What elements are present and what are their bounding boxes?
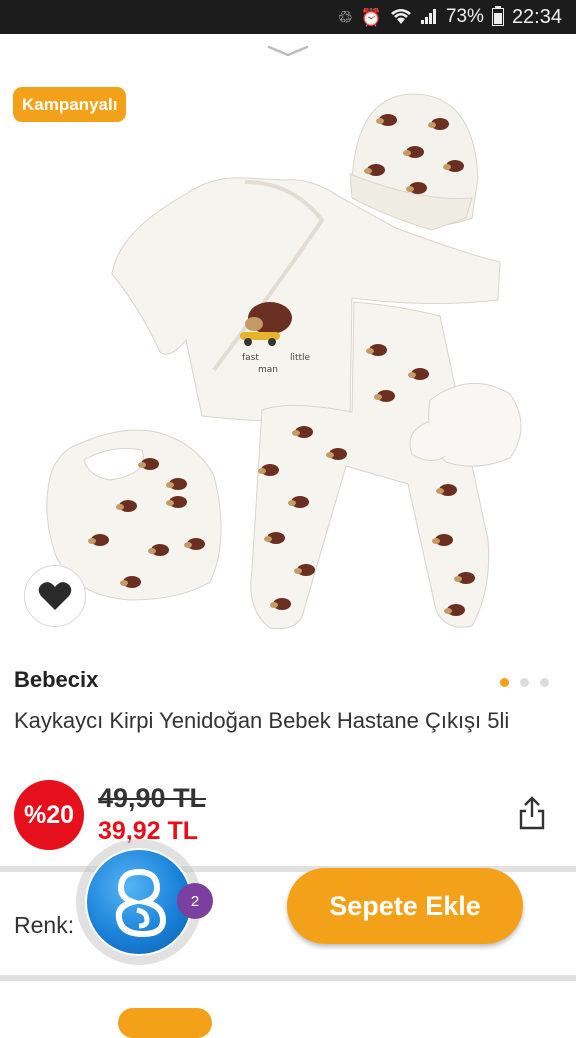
svg-text:little: little [290,353,311,363]
product-title: Kaykaycı Kirpi Yenidoğan Bebek Hastane Ç… [14,708,510,733]
chevron-down-icon[interactable] [267,44,309,58]
signal-icon [420,7,438,28]
pager-dot[interactable] [520,678,529,687]
status-bar: ♲ ⏰ 73% 22:34 [0,0,576,34]
alarm-icon: ⏰ [360,7,382,27]
battery-percent: 73% [445,6,484,27]
bottom-action-button[interactable] [118,1008,212,1038]
old-price: 49,90 TL [98,783,207,813]
brand-name[interactable]: Bebecix [14,667,98,693]
add-to-cart-button[interactable]: Sepete Ekle [287,868,523,944]
favorite-button[interactable] [24,565,86,627]
product-image[interactable]: fast little man [0,70,576,650]
svg-text:fast: fast [242,353,259,363]
hat-image [349,93,479,231]
pager-dot[interactable] [500,678,509,687]
discount-badge: %20 [14,780,84,850]
wifi-icon [390,7,412,28]
recycle-icon: ♲ [337,7,353,27]
svg-text:man: man [258,365,278,375]
clock: 22:34 [511,5,562,28]
pager-dot[interactable] [540,678,549,687]
share-icon[interactable] [517,795,547,831]
campaign-badge: Kampanyalı [13,87,127,122]
divider [0,975,576,981]
color-label: Renk: [14,912,75,938]
battery-icon [491,5,504,29]
heart-icon [38,582,72,610]
notification-badge: 2 [177,883,213,919]
image-pager[interactable] [500,678,549,687]
